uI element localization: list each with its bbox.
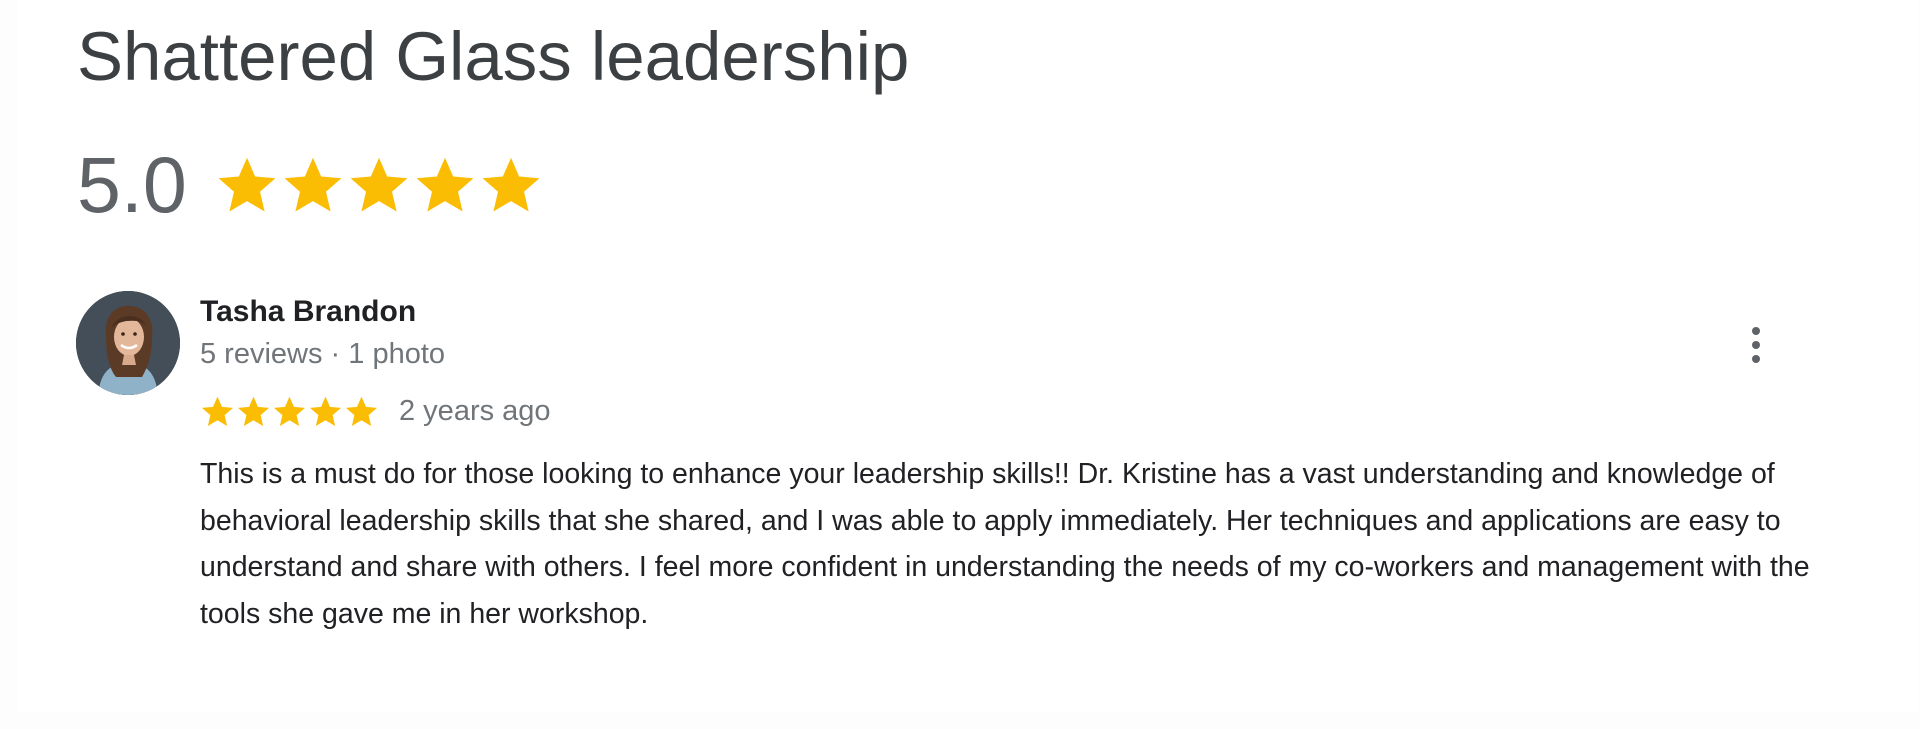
review-rating-row: 2 years ago [200, 391, 551, 431]
review-text: This is a must do for those looking to e… [200, 458, 1810, 630]
star-icon [236, 394, 271, 429]
rating-value: 5.0 [77, 140, 187, 229]
reviewer-name[interactable]: Tasha Brandon [200, 293, 416, 331]
more-options-button[interactable] [1726, 315, 1786, 375]
star-icon [347, 153, 411, 217]
star-icon [272, 394, 307, 429]
overall-rating: 5.0 [77, 140, 543, 230]
rating-stars [215, 153, 543, 217]
star-icon [344, 394, 379, 429]
avatar[interactable] [76, 291, 180, 395]
star-icon [479, 153, 543, 217]
review-time: 2 years ago [399, 395, 551, 427]
star-icon [308, 394, 343, 429]
star-icon [413, 153, 477, 217]
reviewer-meta: 5 reviews · 1 photo [200, 338, 446, 370]
more-vert-icon [1750, 325, 1762, 365]
star-icon [200, 394, 235, 429]
star-icon [281, 153, 345, 217]
star-icon [215, 153, 279, 217]
review-stars [200, 394, 379, 429]
review-page: Shattered Glass leadership 5.0 Tasha Bra… [0, 0, 1920, 729]
place-title: Shattered Glass leadership [77, 18, 910, 95]
